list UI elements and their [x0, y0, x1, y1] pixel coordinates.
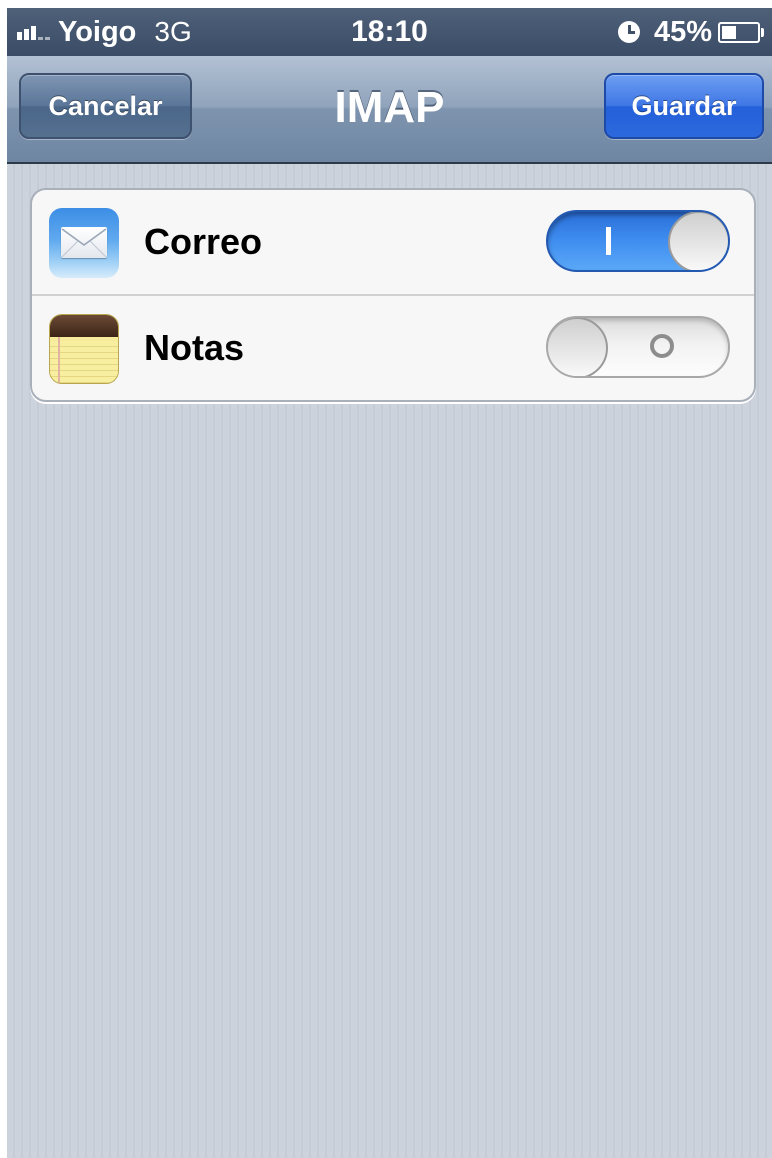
settings-row-correo: Correo [32, 190, 754, 296]
notas-toggle[interactable] [546, 316, 730, 378]
notas-label: Notas [144, 327, 245, 368]
correo-toggle[interactable] [546, 210, 730, 272]
toggle-knob[interactable] [668, 212, 728, 270]
toggle-on-indicator [606, 227, 611, 255]
correo-label: Correo [144, 221, 263, 262]
battery-icon [718, 21, 764, 43]
notes-binding [50, 315, 118, 337]
envelope-icon [61, 227, 107, 258]
settings-row-notas: Notas [32, 296, 754, 400]
mail-app-icon [49, 208, 119, 278]
save-button[interactable]: Guardar [604, 73, 764, 139]
status-right: 45% [617, 14, 764, 50]
imap-settings-screen: Yoigo 3G 18:10 45% Cancelar IMAP Guardar [7, 8, 772, 1158]
battery-percent: 45% [653, 15, 712, 48]
toggle-knob[interactable] [548, 318, 608, 376]
notes-margin-line [58, 337, 60, 383]
settings-group: Correo Notas [30, 188, 756, 402]
notes-app-icon [49, 314, 119, 384]
alarm-clock-icon [617, 21, 640, 43]
status-bar: Yoigo 3G 18:10 45% [7, 8, 772, 56]
battery-fill [722, 25, 736, 39]
toggle-off-indicator [650, 334, 674, 358]
notes-paper [50, 341, 118, 383]
navigation-bar: Cancelar IMAP Guardar [7, 56, 772, 164]
